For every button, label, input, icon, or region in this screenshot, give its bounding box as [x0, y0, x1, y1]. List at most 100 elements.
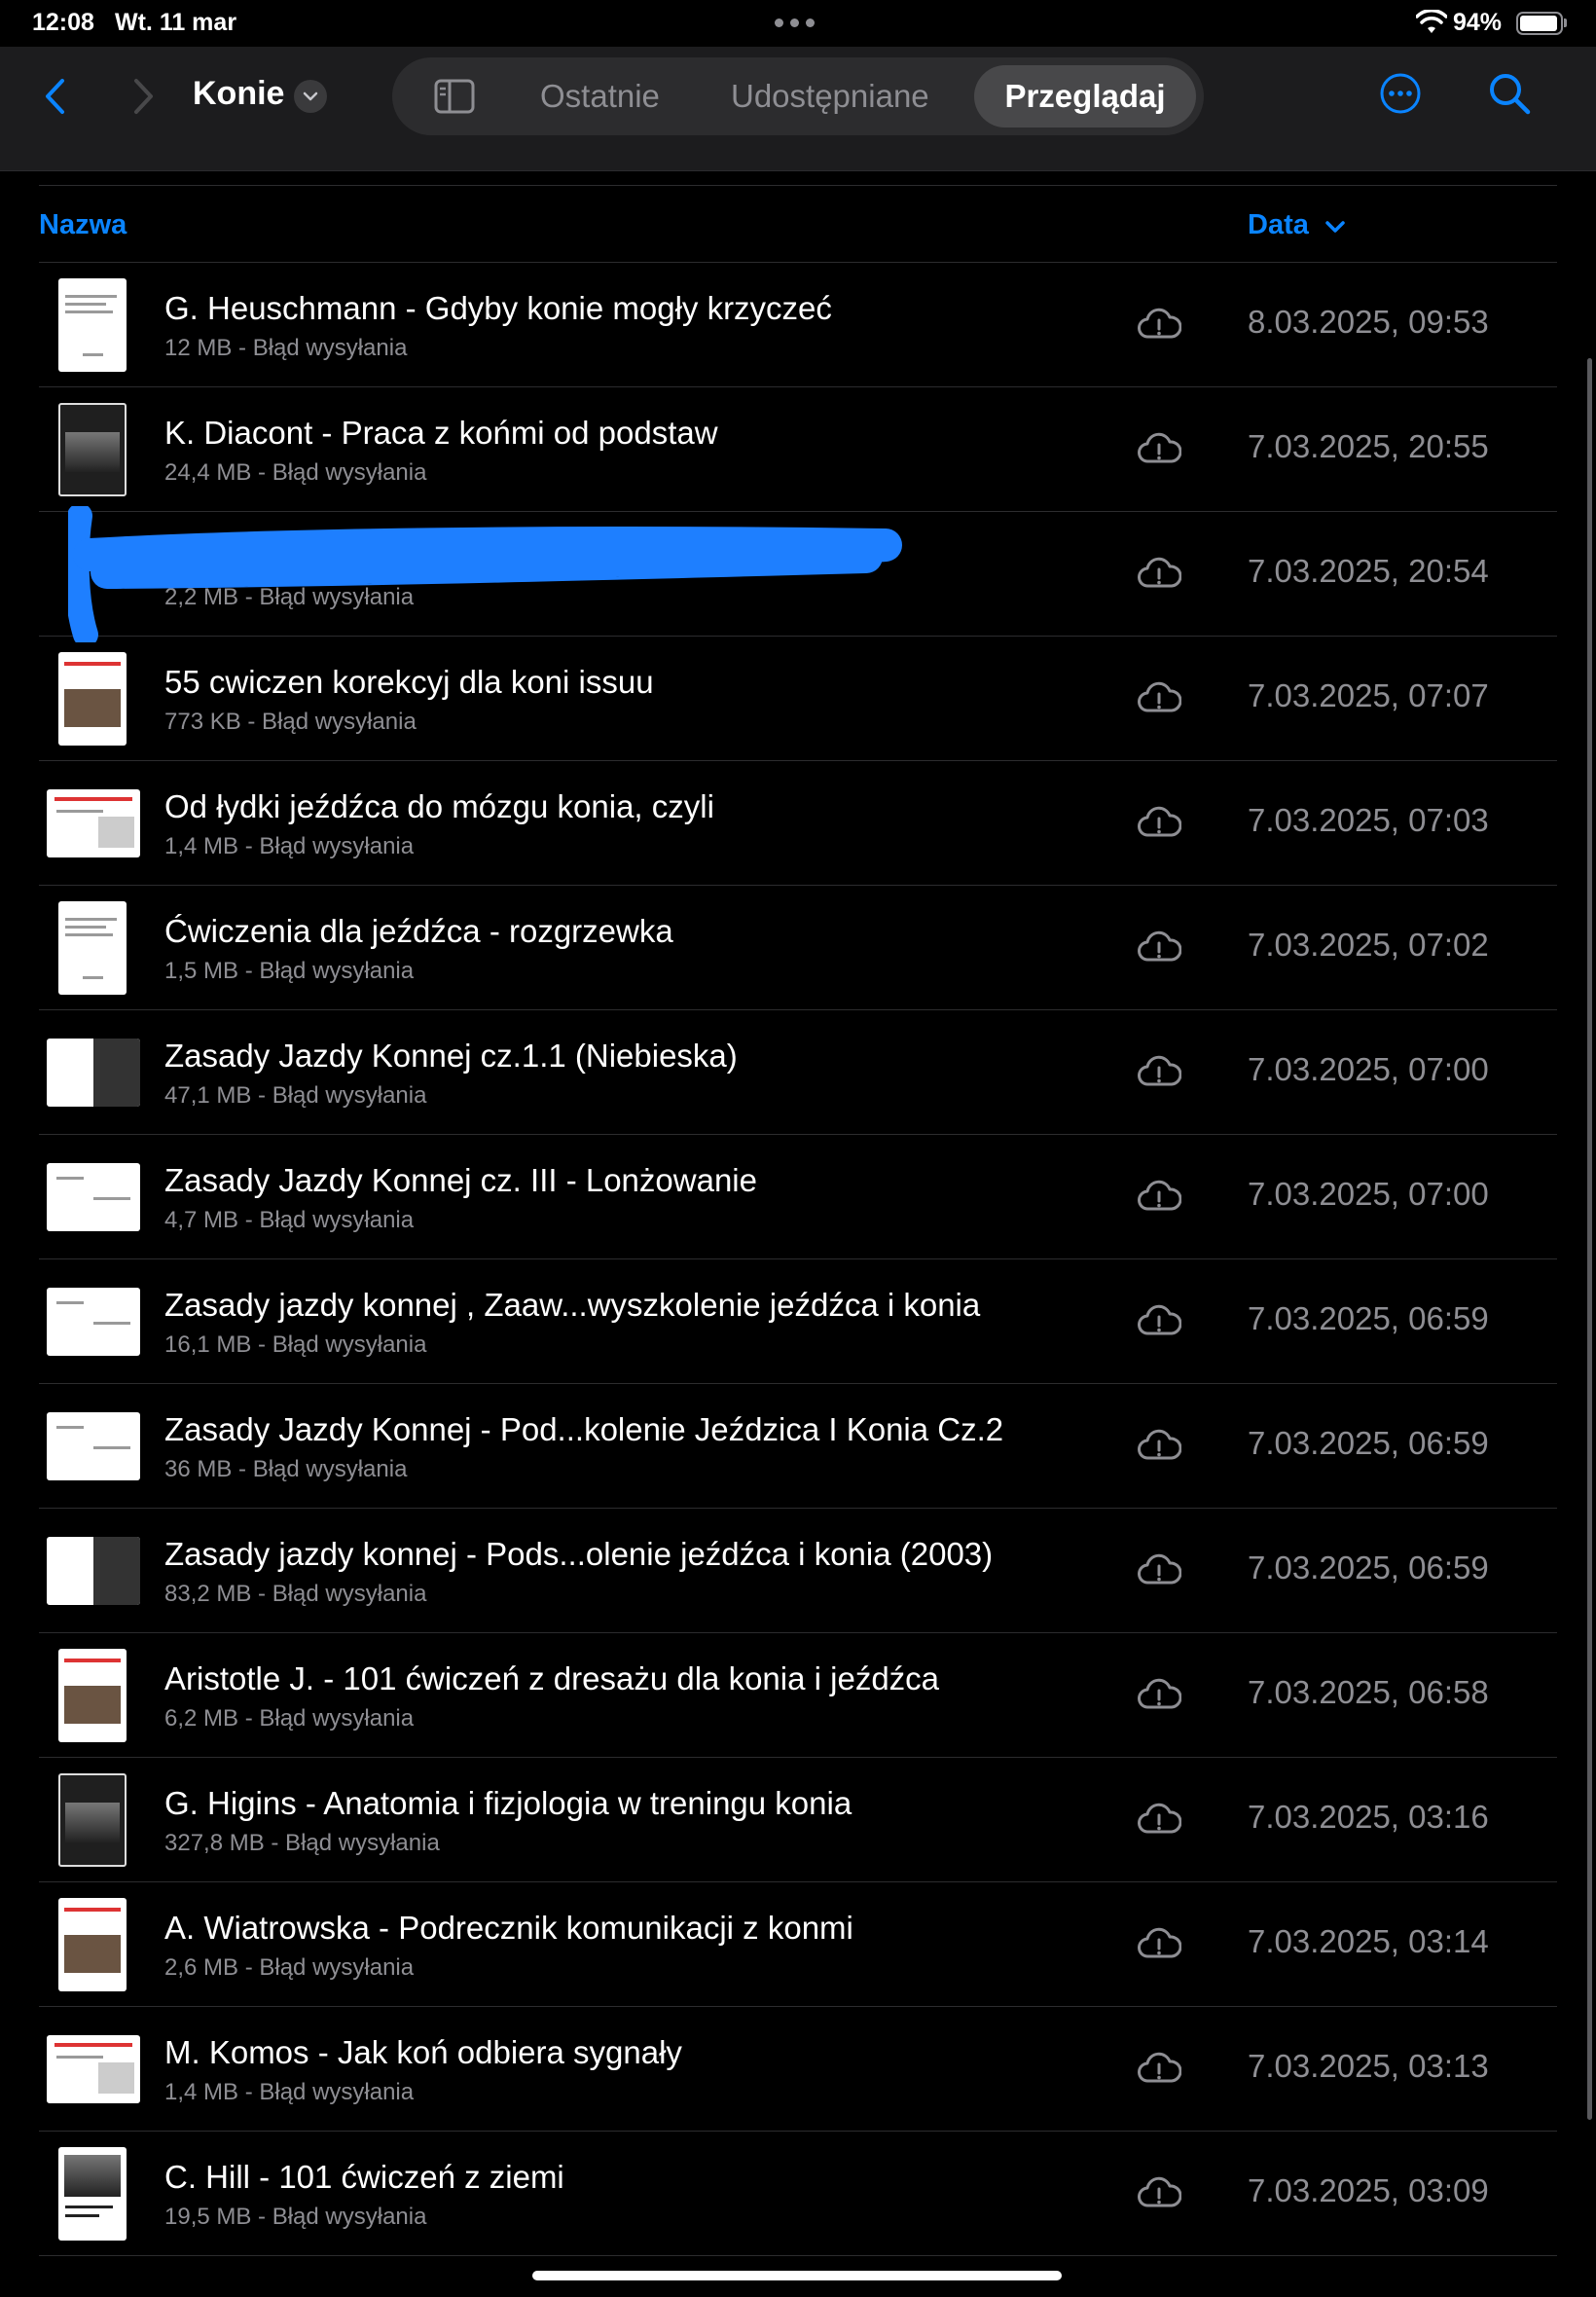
- file-meta: 12 MB - Błąd wysyłania: [164, 335, 408, 361]
- file-date: 7.03.2025, 03:14: [1248, 1923, 1489, 1959]
- tab-browse[interactable]: Przeglądaj: [974, 65, 1196, 128]
- file-name: Zasady Jazdy Konnej cz.1.1 (Niebieska): [164, 1038, 738, 1074]
- file-meta: 1,4 MB - Błąd wysyłania: [164, 833, 415, 859]
- list-column-header: Nazwa Data: [39, 185, 1557, 263]
- file-row[interactable]: 55 cwiczen korekcyj dla koni issuu 773 KB…: [39, 637, 1557, 761]
- file-name: Aristotle J. - 101 ćwiczeń z dresażu dla…: [164, 1660, 940, 1696]
- upload-error-cloud-icon[interactable]: [1137, 1925, 1181, 1964]
- file-thumbnail: [47, 1163, 140, 1231]
- file-name: Zasady Jazdy Konnej - Pod...kolenie Jeźd…: [164, 1411, 1004, 1447]
- upload-error-cloud-icon[interactable]: [1137, 1053, 1181, 1092]
- file-date: 7.03.2025, 03:09: [1248, 2172, 1489, 2208]
- file-row[interactable]: Aristotle J. - 101 ćwiczeń z dresażu dla…: [39, 1633, 1557, 1758]
- upload-error-cloud-icon[interactable]: [1137, 1427, 1181, 1466]
- scrollbar[interactable]: [1587, 358, 1592, 2120]
- column-date-header[interactable]: Data: [1248, 209, 1309, 241]
- tab-shared[interactable]: Udostępniane: [731, 57, 929, 135]
- file-meta: 24,4 MB - Błąd wysyłania: [164, 459, 427, 486]
- file-row[interactable]: Zasady jazdy konnej , Zaaw...wyszkolenie…: [39, 1259, 1557, 1384]
- file-meta: 1,5 MB - Błąd wysyłania: [164, 958, 415, 984]
- file-date: 7.03.2025, 06:59: [1248, 1425, 1489, 1461]
- file-meta: 327,8 MB - Błąd wysyłania: [164, 1830, 440, 1856]
- file-meta: 1,4 MB - Błąd wysyłania: [164, 2079, 415, 2105]
- file-row[interactable]: G. Heuschmann - Gdyby konie mogły krzycz…: [39, 263, 1557, 387]
- file-date: 7.03.2025, 07:03: [1248, 802, 1489, 838]
- file-row[interactable]: Zasady Jazdy Konnej cz.1.1 (Niebieska) 47…: [39, 1010, 1557, 1135]
- file-row[interactable]: Od łydki jeźdźca do mózgu konia, czyli 1,…: [39, 761, 1557, 886]
- upload-error-cloud-icon[interactable]: [1137, 1551, 1181, 1590]
- file-row[interactable]: Ćwiczenia dla jeźdźca - rozgrzewka 1,5 MB…: [39, 886, 1557, 1010]
- sort-chevron-down-icon[interactable]: [1322, 213, 1349, 240]
- file-thumbnail: [58, 901, 127, 995]
- battery-percentage: 94%: [1453, 9, 1503, 36]
- upload-error-cloud-icon[interactable]: [1137, 1676, 1181, 1715]
- more-options-icon[interactable]: [1379, 72, 1422, 115]
- upload-error-cloud-icon[interactable]: [1137, 555, 1181, 594]
- search-icon[interactable]: [1486, 70, 1533, 117]
- file-date: 7.03.2025, 07:00: [1248, 1176, 1489, 1212]
- file-date: 8.03.2025, 09:53: [1248, 304, 1489, 340]
- file-row[interactable]: Zasady Jazdy Konnej - Pod...kolenie Jeźd…: [39, 1384, 1557, 1509]
- upload-error-cloud-icon[interactable]: [1137, 1178, 1181, 1217]
- tab-recent[interactable]: Ostatnie: [540, 57, 660, 135]
- upload-error-cloud-icon[interactable]: [1137, 306, 1181, 345]
- view-segmented-control: Ostatnie Udostępniane Przeglądaj: [392, 57, 1204, 135]
- chevron-left-icon: [46, 79, 64, 114]
- status-bar: 12:08 Wt. 11 mar 94%: [0, 0, 1596, 47]
- file-date: 7.03.2025, 20:55: [1248, 428, 1489, 464]
- file-name: Od łydki jeźdźca do mózgu konia, czyli: [164, 788, 714, 824]
- file-thumbnail: [47, 1412, 140, 1480]
- file-row[interactable]: K. Diacont - Praca z końmi od podstaw 24,…: [39, 387, 1557, 512]
- file-row[interactable]: Zasady Jazdy Konnej cz. III - Lonżowanie…: [39, 1135, 1557, 1259]
- upload-error-cloud-icon[interactable]: [1137, 1801, 1181, 1840]
- file-name: C. Hill - 101 ćwiczeń z ziemi: [164, 2159, 564, 2195]
- file-thumbnail: [58, 2147, 127, 2241]
- home-indicator[interactable]: [532, 2271, 1062, 2280]
- file-date: 7.03.2025, 06:58: [1248, 1674, 1489, 1710]
- upload-error-cloud-icon[interactable]: [1137, 679, 1181, 718]
- file-thumbnail: [47, 1537, 140, 1605]
- upload-error-cloud-icon[interactable]: [1137, 2174, 1181, 2213]
- upload-error-cloud-icon[interactable]: [1137, 929, 1181, 967]
- battery-icon: [1516, 12, 1563, 35]
- upload-error-cloud-icon[interactable]: [1137, 804, 1181, 843]
- file-name: A. Wiatrowska - Podrecznik komunikacji z…: [164, 1910, 853, 1946]
- multitasking-dots-icon[interactable]: [775, 18, 815, 27]
- file-thumbnail: [58, 1649, 127, 1742]
- upload-error-cloud-icon[interactable]: [1137, 1302, 1181, 1341]
- folder-title[interactable]: Konie: [193, 75, 284, 113]
- file-row[interactable]: M. Komos - Jak koń odbiera sygnały 1,4 MB…: [39, 2007, 1557, 2132]
- file-date: 7.03.2025, 07:00: [1248, 1051, 1489, 1087]
- column-name-header[interactable]: Nazwa: [39, 209, 127, 241]
- file-row[interactable]: G. Higins - Anatomia i fizjologia w tren…: [39, 1758, 1557, 1882]
- file-row[interactable]: A. Wiatrowska - Podrecznik komunikacji z…: [39, 1882, 1557, 2007]
- file-meta: 4,7 MB - Błąd wysyłania: [164, 1207, 415, 1233]
- file-meta: 83,2 MB - Błąd wysyłania: [164, 1581, 427, 1607]
- file-thumbnail: [47, 2035, 140, 2103]
- file-meta: 2,6 MB - Błąd wysyłania: [164, 1954, 415, 1981]
- status-date: Wt. 11 mar: [115, 9, 237, 36]
- redaction-scribble: [68, 506, 902, 642]
- forward-button[interactable]: [125, 74, 163, 119]
- file-meta: 36 MB - Błąd wysyłania: [164, 1456, 408, 1482]
- file-date: 7.03.2025, 07:02: [1248, 927, 1489, 963]
- back-button[interactable]: [35, 74, 74, 119]
- file-thumbnail: [58, 403, 127, 496]
- file-name: G. Higins - Anatomia i fizjologia w tren…: [164, 1785, 852, 1821]
- file-name: Zasady Jazdy Konnej cz. III - Lonżowanie: [164, 1162, 757, 1198]
- file-meta: 47,1 MB - Błąd wysyłania: [164, 1082, 427, 1109]
- file-date: 7.03.2025, 07:07: [1248, 677, 1489, 713]
- file-thumbnail: [47, 789, 140, 857]
- toolbar: Konie Ostatnie Udostępniane Przeglądaj: [0, 47, 1596, 171]
- battery-nub: [1564, 18, 1567, 27]
- file-name: 55 cwiczen korekcyj dla koni issuu: [164, 664, 654, 700]
- upload-error-cloud-icon[interactable]: [1137, 430, 1181, 469]
- file-name: Zasady jazdy konnej , Zaaw...wyszkolenie…: [164, 1287, 981, 1323]
- folder-menu-button[interactable]: [294, 80, 327, 113]
- file-name: K. Diacont - Praca z końmi od podstaw: [164, 415, 718, 451]
- file-meta: 6,2 MB - Błąd wysyłania: [164, 1705, 415, 1732]
- upload-error-cloud-icon[interactable]: [1137, 2050, 1181, 2089]
- sidebar-toggle-icon[interactable]: [433, 76, 476, 117]
- file-row[interactable]: Zasady jazdy konnej - Pods...olenie jeźd…: [39, 1509, 1557, 1633]
- file-row[interactable]: C. Hill - 101 ćwiczeń z ziemi 19,5 MB - B…: [39, 2132, 1557, 2256]
